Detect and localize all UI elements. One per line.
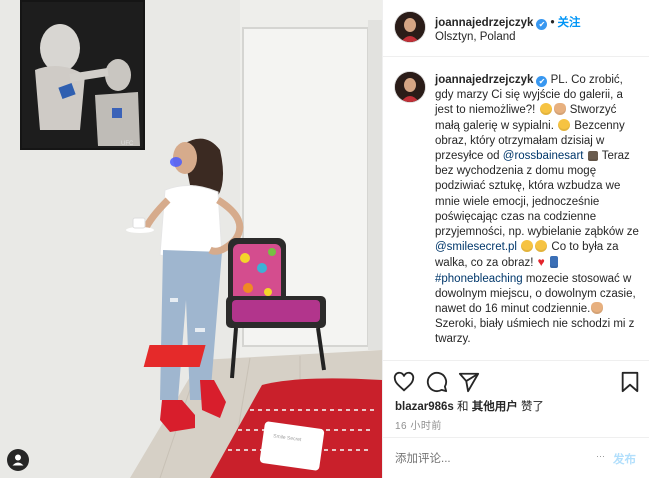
post-details-pane: joannajedrzejczyk ✔ • 关注 Olsztyn, Poland jo… <box>382 0 649 478</box>
thumbs-up-emoji-icon <box>591 302 604 315</box>
mobile-phone-emoji-icon <box>549 256 558 269</box>
user-tag-icon <box>12 454 24 466</box>
header-separator: • <box>550 17 555 29</box>
avatar-image <box>395 72 425 102</box>
post-header: joannajedrzejczyk ✔ • 关注 Olsztyn, Poland <box>383 0 649 57</box>
photo-scene: UFC Smile Secret <box>0 0 382 478</box>
fight-canvas-art: UFC <box>20 0 145 150</box>
heart-icon <box>393 371 415 392</box>
bookmark-icon <box>621 371 639 393</box>
verified-icon: ✔ <box>536 76 548 87</box>
heart-eyes-emoji-icon <box>521 240 534 253</box>
mention-smilesecret[interactable]: @smilesecret.pl <box>435 241 517 253</box>
hashtag-phonebleaching[interactable]: #phonebleaching <box>435 273 523 285</box>
liker-username[interactable]: blazar986s <box>395 401 454 413</box>
heart-eyes-emoji-icon <box>558 118 571 131</box>
share-icon <box>458 372 480 393</box>
likes-connector: 和 <box>457 401 469 413</box>
other-likers-link[interactable]: 其他用户 <box>472 401 518 413</box>
likes-summary: blazar986s 和 其他用户 赞了 <box>395 398 544 414</box>
sad-face-emoji-icon <box>539 103 552 116</box>
post-location[interactable]: Olsztyn, Poland <box>435 31 516 43</box>
post-caption: joannajedrzejczyk ✔ PL. Co zrobić, gdy ma… <box>435 73 639 348</box>
save-button[interactable] <box>619 371 641 393</box>
caption-text-4: Teraz bez wychodzenia z domu mogę podziw… <box>435 150 639 239</box>
avatar-image <box>395 12 425 42</box>
instagram-post: UFC Smile Secret joannajedrzejczyk ✔ • 关… <box>0 0 649 478</box>
follow-button[interactable]: 关注 <box>557 17 580 29</box>
comment-button[interactable] <box>426 371 448 393</box>
caption-author-avatar[interactable] <box>395 72 425 102</box>
red-heart-emoji-icon: ♥ <box>537 255 545 270</box>
author-username[interactable]: joannajedrzejczyk <box>435 17 533 29</box>
emoji-picker-button[interactable]: ··· <box>596 451 605 461</box>
grin-emoji-icon <box>535 240 548 253</box>
like-button[interactable] <box>393 371 415 393</box>
verified-icon: ✔ <box>536 19 548 30</box>
header-username-row: joannajedrzejczyk ✔ • 关注 <box>435 14 580 30</box>
svg-text:UFC: UFC <box>121 141 134 147</box>
action-bar <box>383 360 649 401</box>
user-tag-button[interactable] <box>7 449 29 471</box>
likes-suffix: 赞了 <box>520 401 544 413</box>
caption-username[interactable]: joannajedrzejczyk <box>435 74 533 86</box>
post-photo[interactable]: UFC Smile Secret <box>0 0 382 478</box>
post-timestamp[interactable]: 16 小时前 <box>395 417 442 432</box>
author-avatar[interactable] <box>395 12 425 42</box>
share-button[interactable] <box>458 371 480 393</box>
language-flag: PL. <box>550 74 568 86</box>
add-comment-bar: ··· 发布 <box>383 437 649 479</box>
comments-section[interactable]: joannajedrzejczyk ✔ PL. Co zrobić, gdy ma… <box>383 57 649 359</box>
caption-text-7: Szeroki, biały uśmiech nie schodzi mi z … <box>435 318 635 346</box>
comment-icon <box>426 371 448 393</box>
mention-rossbainesart[interactable]: @rossbainesart <box>503 150 584 162</box>
comment-input[interactable] <box>395 451 585 467</box>
post-comment-button[interactable]: 发布 <box>613 451 636 467</box>
framed-picture-emoji-icon <box>587 151 598 162</box>
shrug-emoji-icon <box>553 103 566 116</box>
